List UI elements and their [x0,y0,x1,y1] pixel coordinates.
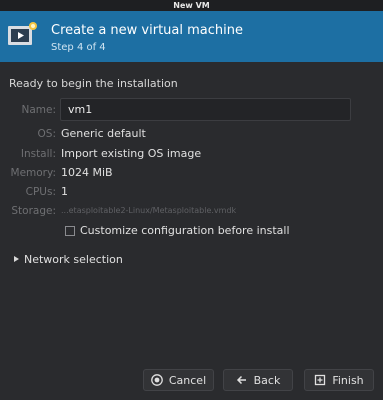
cpus-label: CPUs: [25,186,56,198]
network-selection-label: Network selection [24,252,123,266]
window-title: New VM [0,0,383,11]
finish-label: Finish [332,373,364,387]
memory-value: 1024 MiB [61,166,113,179]
install-label: Install: [20,148,56,160]
arrow-left-icon [236,374,248,386]
os-label: OS: [37,128,56,140]
chevron-right-icon [14,256,19,262]
name-label: Name: [21,104,56,116]
storage-label: Storage: [11,205,56,217]
install-value: Import existing OS image [61,147,202,160]
back-label: Back [253,373,281,387]
memory-label: Memory: [10,167,56,179]
cpus-value: 1 [61,185,68,198]
ready-heading: Ready to begin the installation [9,77,178,90]
cancel-button[interactable]: Cancel [143,369,214,391]
customize-label[interactable]: Customize configuration before install [80,224,290,237]
cancel-icon [151,374,163,386]
os-value: Generic default [61,127,146,140]
wizard-step: Step 4 of 4 [51,42,106,53]
back-button[interactable]: Back [223,369,293,391]
customize-checkbox[interactable] [65,226,75,236]
finish-button[interactable]: Finish [304,369,374,391]
storage-value: ...etasploitable2-Linux/Metasploitable.v… [61,206,237,215]
vm-monitor-icon [7,21,39,49]
cancel-label: Cancel [168,373,207,387]
wizard-title: Create a new virtual machine [51,23,243,38]
wizard-header: Create a new virtual machine Step 4 of 4 [0,11,383,62]
network-selection-expander[interactable]: Network selection [14,252,123,266]
finish-icon [314,374,326,386]
vm-name-input[interactable] [60,98,351,121]
